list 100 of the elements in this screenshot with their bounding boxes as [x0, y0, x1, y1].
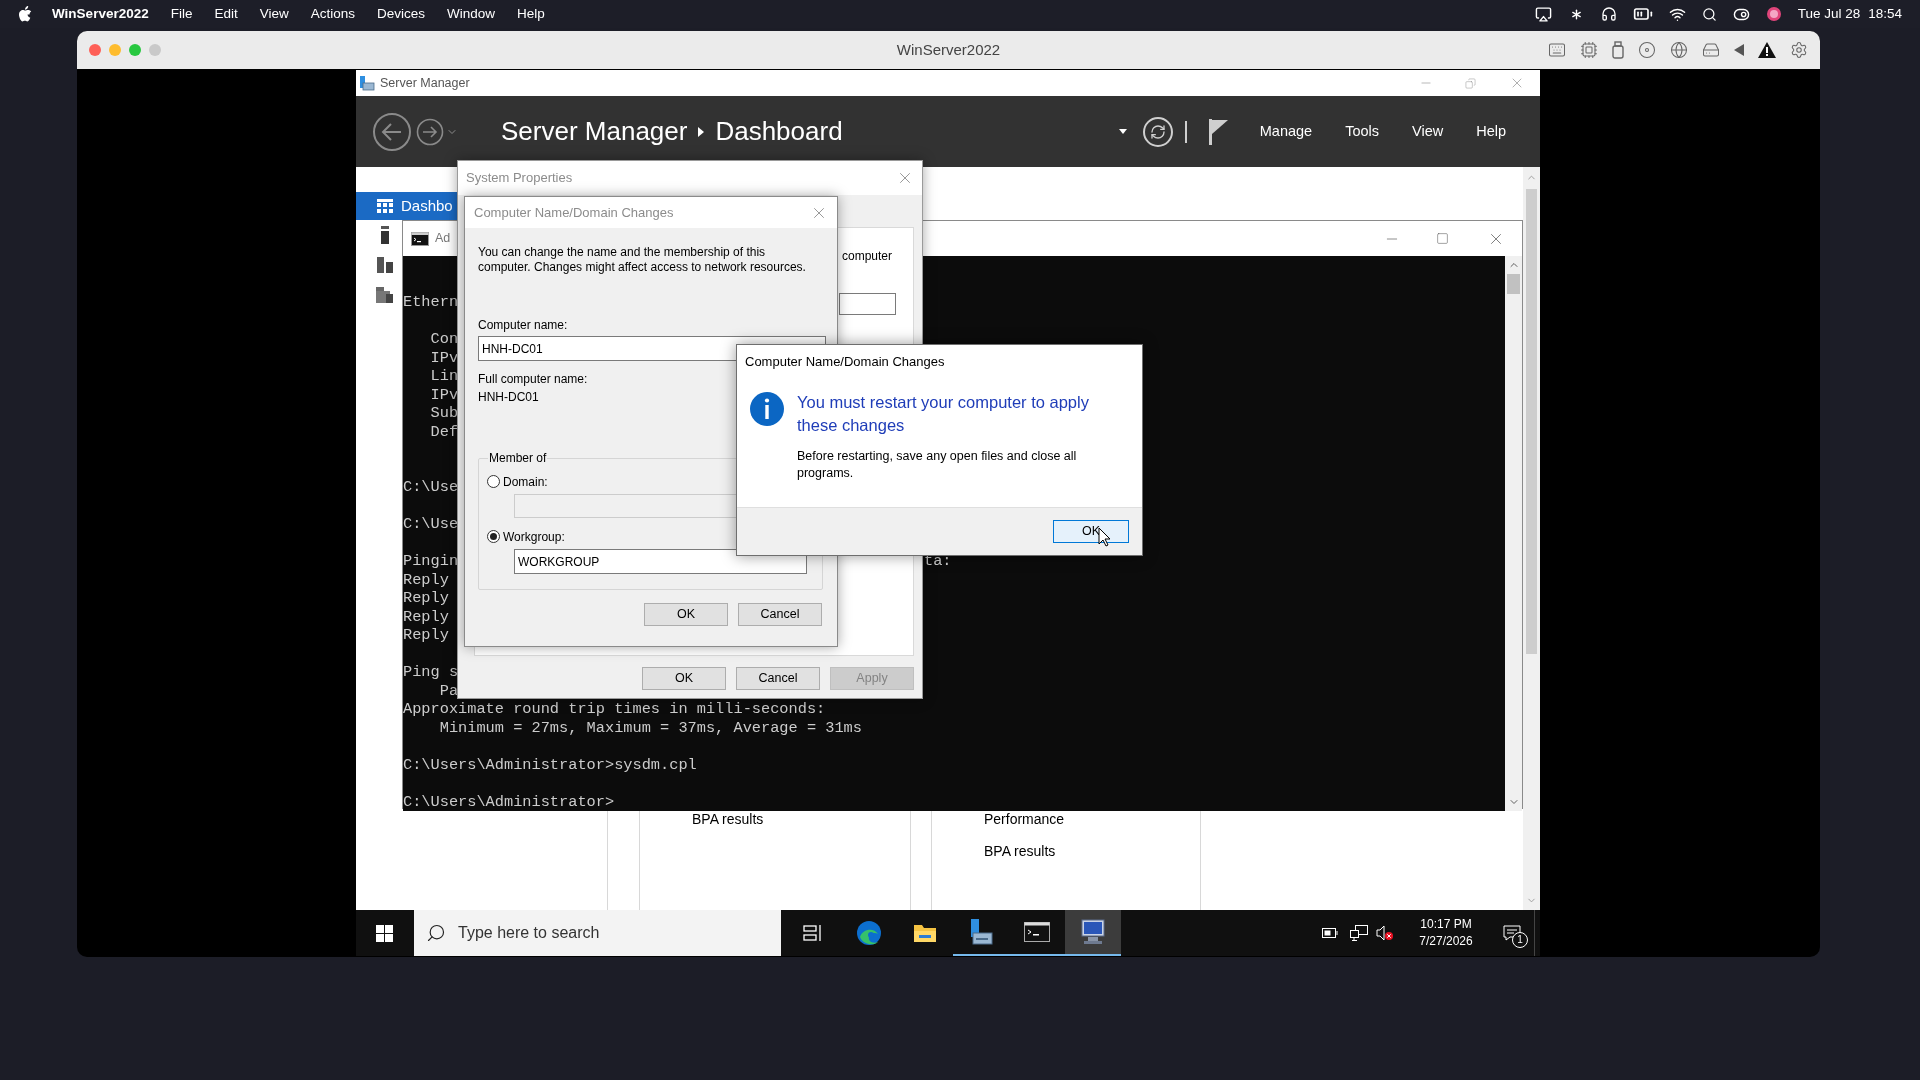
search-icon: [426, 923, 446, 943]
tile-link[interactable]: BPA results: [984, 843, 1200, 859]
warning-icon[interactable]: [1758, 42, 1776, 58]
panel-text: computer: [842, 248, 893, 265]
console-line: C:\Users\Administrator>sysdm.cpl: [403, 755, 697, 774]
dialog-button[interactable]: Cancel: [738, 603, 822, 626]
menu-item[interactable]: Help: [1476, 120, 1506, 143]
tile-link[interactable]: Performance: [984, 811, 1200, 827]
radio-button[interactable]: [487, 530, 500, 543]
dialog-button[interactable]: Cancel: [736, 667, 820, 690]
console-line: Pingin: [403, 552, 459, 570]
globe-icon[interactable]: [1670, 41, 1688, 59]
caret-icon[interactable]: [1118, 129, 1127, 134]
description-text: You can change the name and the membership of this computer. Changes might affect access to network resources.: [478, 245, 807, 275]
server-stack-icon[interactable]: [969, 919, 993, 945]
radio-button[interactable]: [487, 475, 500, 488]
dialog-title: System Properties: [466, 169, 573, 188]
workgroup-field[interactable]: WORKGROUP: [514, 549, 807, 574]
storage-icon[interactable]: [376, 287, 393, 303]
menu-item[interactable]: Edit: [214, 3, 238, 25]
info-icon: [749, 391, 785, 427]
battery-icon[interactable]: [1322, 928, 1338, 938]
headphones-icon[interactable]: [1600, 6, 1617, 22]
console-line: Sub: [429, 404, 459, 422]
terminal-icon[interactable]: [1024, 922, 1050, 942]
menu-item[interactable]: Actions: [310, 3, 356, 25]
search-icon[interactable]: [1701, 6, 1717, 22]
console-line: C:\Users\Administrator>: [403, 792, 615, 811]
message-heading: You must restart your computer to apply these changes: [797, 392, 1090, 436]
app-name: WinServer2022: [52, 4, 149, 23]
menu-item[interactable]: Help: [517, 3, 545, 25]
scrollbar-thumb[interactable]: [1526, 189, 1537, 654]
menu-item[interactable]: View: [259, 3, 289, 25]
scrollbar[interactable]: [1505, 256, 1522, 811]
dialog-button[interactable]: OK: [642, 667, 726, 690]
console-line: Reply: [403, 626, 449, 644]
field-label: Full computer name:: [478, 372, 588, 387]
back-icon[interactable]: [372, 111, 412, 152]
input-field[interactable]: [839, 293, 896, 315]
orb-icon[interactable]: [1765, 6, 1782, 22]
radio-label: Workgroup:: [503, 528, 565, 546]
console-line: Con: [429, 330, 459, 348]
message-icon: [1503, 925, 1521, 941]
terminal-icon: [411, 231, 429, 246]
group-label: Member of: [488, 450, 548, 467]
menu-item[interactable]: Tools: [1345, 120, 1379, 143]
drive-icon[interactable]: [1702, 41, 1720, 59]
triangle-icon[interactable]: [1734, 44, 1744, 56]
console-line: C:\Use: [403, 515, 459, 533]
console-line: IPv: [429, 348, 459, 367]
console-line: Ethern: [403, 293, 459, 311]
task-view-icon[interactable]: [803, 924, 823, 942]
speaker-muted-icon[interactable]: [1376, 925, 1394, 941]
menu-item[interactable]: Window: [447, 3, 496, 25]
full-name-text: HNH-DC01: [478, 390, 539, 405]
server-icon[interactable]: [380, 226, 389, 244]
menu-item[interactable]: File: [170, 3, 193, 25]
breadcrumb-item: Dashboard: [715, 115, 843, 148]
mouse-pointer-icon: [1098, 527, 1112, 547]
search-placeholder: Type here to search: [458, 923, 600, 943]
servers-icon[interactable]: [376, 257, 393, 273]
menu-item[interactable]: View: [1412, 120, 1444, 143]
network-icon[interactable]: [1350, 925, 1368, 941]
clock-date[interactable]: 7/27/2026: [1419, 933, 1473, 950]
menu-item[interactable]: Manage: [1259, 120, 1313, 143]
flag-icon[interactable]: [1208, 118, 1229, 145]
console-line: Reply: [403, 570, 449, 589]
settings-icon[interactable]: [1790, 41, 1808, 59]
console-line: C:\Use: [403, 478, 459, 496]
console-line: Approximate round trip times in milli-seconds:: [403, 700, 826, 718]
grid-icon: [376, 199, 393, 213]
clock-time[interactable]: 10:17 PM: [1420, 916, 1472, 933]
refresh-button[interactable]: [1142, 116, 1173, 147]
usb-stick-icon[interactable]: [1612, 41, 1624, 59]
menu-clock-time: 18:54: [1868, 4, 1902, 23]
menu-item[interactable]: Devices: [377, 3, 426, 25]
computer-icon[interactable]: [1079, 919, 1107, 945]
apple-icon: [18, 6, 32, 22]
windows-logo-icon: [375, 924, 393, 942]
console-line: IPv: [429, 385, 459, 404]
taskbar-app[interactable]: [1065, 910, 1121, 956]
console-line: ta:: [924, 552, 952, 571]
scrollbar[interactable]: [1523, 167, 1540, 910]
forward-icon[interactable]: [416, 117, 444, 146]
disc-icon[interactable]: [1638, 41, 1656, 59]
scrollbar-thumb[interactable]: [1507, 274, 1520, 294]
refresh-icon: [1149, 123, 1166, 140]
notification-button[interactable]: 1: [1490, 910, 1534, 956]
dialog-button[interactable]: OK: [1053, 520, 1129, 543]
dialog-button[interactable]: OK: [644, 603, 728, 626]
tile-link[interactable]: BPA results: [692, 811, 910, 827]
search-box[interactable]: Type here to search: [414, 910, 781, 956]
server-stack-icon: [359, 75, 375, 91]
folder-icon[interactable]: [913, 923, 937, 943]
keyboard-icon[interactable]: [1548, 41, 1566, 59]
screen-share-icon[interactable]: [1534, 5, 1552, 23]
swirl-icon[interactable]: [856, 920, 882, 946]
console-line: Reply: [403, 589, 449, 607]
chip-icon[interactable]: [1580, 41, 1598, 59]
menu-clock-date: Tue Jul 28: [1797, 4, 1861, 23]
